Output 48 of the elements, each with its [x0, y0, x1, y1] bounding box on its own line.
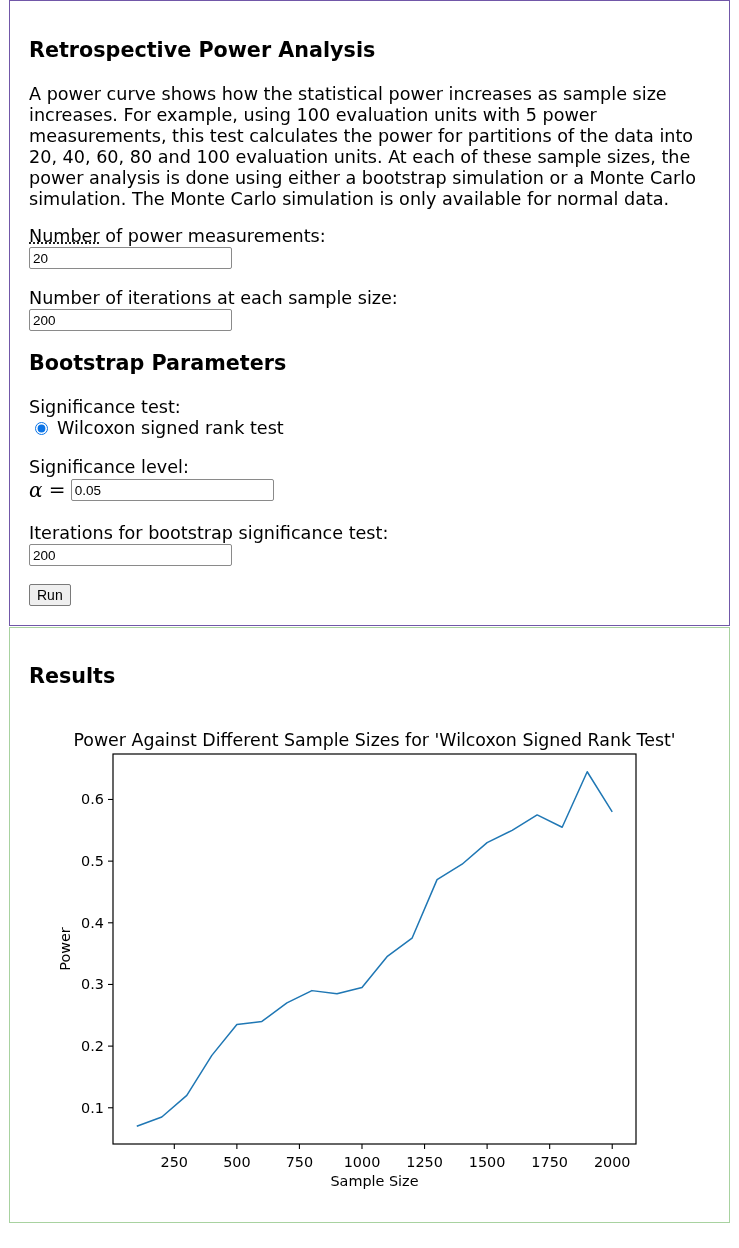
- number-input[interactable]: 200: [29, 309, 232, 331]
- section-heading: Results: [29, 664, 116, 688]
- field-label: Iterations for bootstrap significance test:: [29, 523, 389, 544]
- tick-mark: [107, 860, 114, 862]
- y-tick-label: 0.1: [81, 1099, 104, 1116]
- number-input[interactable]: 200: [29, 544, 232, 566]
- radio-label: Wilcoxon signed rank test: [57, 418, 284, 439]
- y-tick-label: 0.6: [81, 791, 104, 808]
- y-tick-label: 0.4: [81, 914, 104, 931]
- tick-mark: [298, 1143, 300, 1150]
- x-tick-label: 1250: [406, 1154, 443, 1170]
- tick-mark: [236, 1143, 238, 1150]
- field-label: Significance test:: [29, 397, 181, 418]
- x-tick-label: 1750: [531, 1154, 568, 1170]
- y-tick-label: 0.5: [81, 853, 104, 870]
- tick-mark: [107, 1045, 114, 1047]
- tick-mark: [107, 922, 114, 924]
- tick-mark: [611, 1143, 613, 1150]
- tick-mark: [424, 1143, 426, 1150]
- number-input[interactable]: 20: [29, 247, 232, 269]
- x-tick-label: 250: [160, 1154, 189, 1170]
- run-button[interactable]: Run: [29, 584, 71, 606]
- radio-button[interactable]: [35, 422, 48, 435]
- field-label: Number of iterations at each sample size:: [29, 288, 398, 309]
- y-tick-label: 0.2: [81, 1038, 104, 1055]
- x-tick-label: 2000: [593, 1154, 631, 1170]
- tick-mark: [107, 983, 114, 985]
- field-label: Significance level:: [29, 457, 189, 478]
- tick-mark: [361, 1143, 363, 1150]
- description-text: A power curve shows how the statistical power increases as sample size increases. For example, using 100 evaluation units with 5 power measurements, this test calculates the power for partitions of the data into 20, 40, 60, 80 and 100 evaluation units. At each of these sample sizes, the power analysis is done using either a bootstrap simulation or a Monte Carlo simulation. The Monte Carlo simulation is only available for normal data.: [29, 84, 697, 210]
- x-tick-label: 1500: [468, 1154, 506, 1170]
- chart-title: Power Against Different Sample Sizes for 'Wilcoxon Signed Rank Test': [73, 730, 676, 750]
- tick-mark: [173, 1143, 175, 1150]
- tick-mark: [549, 1143, 551, 1150]
- y-tick-label: 0.3: [81, 976, 104, 993]
- number-input[interactable]: 0.05: [70, 479, 274, 501]
- x-tick-label: 750: [285, 1154, 314, 1170]
- alpha-equals-label: α =: [29, 479, 66, 501]
- x-tick-label: 1000: [343, 1154, 381, 1170]
- tick-mark: [107, 1107, 114, 1109]
- section-heading: Retrospective Power Analysis: [29, 38, 376, 62]
- x-tick-label: 500: [223, 1154, 251, 1170]
- y-axis-label: Power: [57, 927, 73, 971]
- tick-mark: [486, 1143, 488, 1150]
- section-heading: Bootstrap Parameters: [29, 351, 287, 375]
- tick-mark: [107, 798, 114, 800]
- x-axis-label: Sample Size: [330, 1173, 419, 1189]
- field-label: Number of power measurements:: [29, 226, 326, 247]
